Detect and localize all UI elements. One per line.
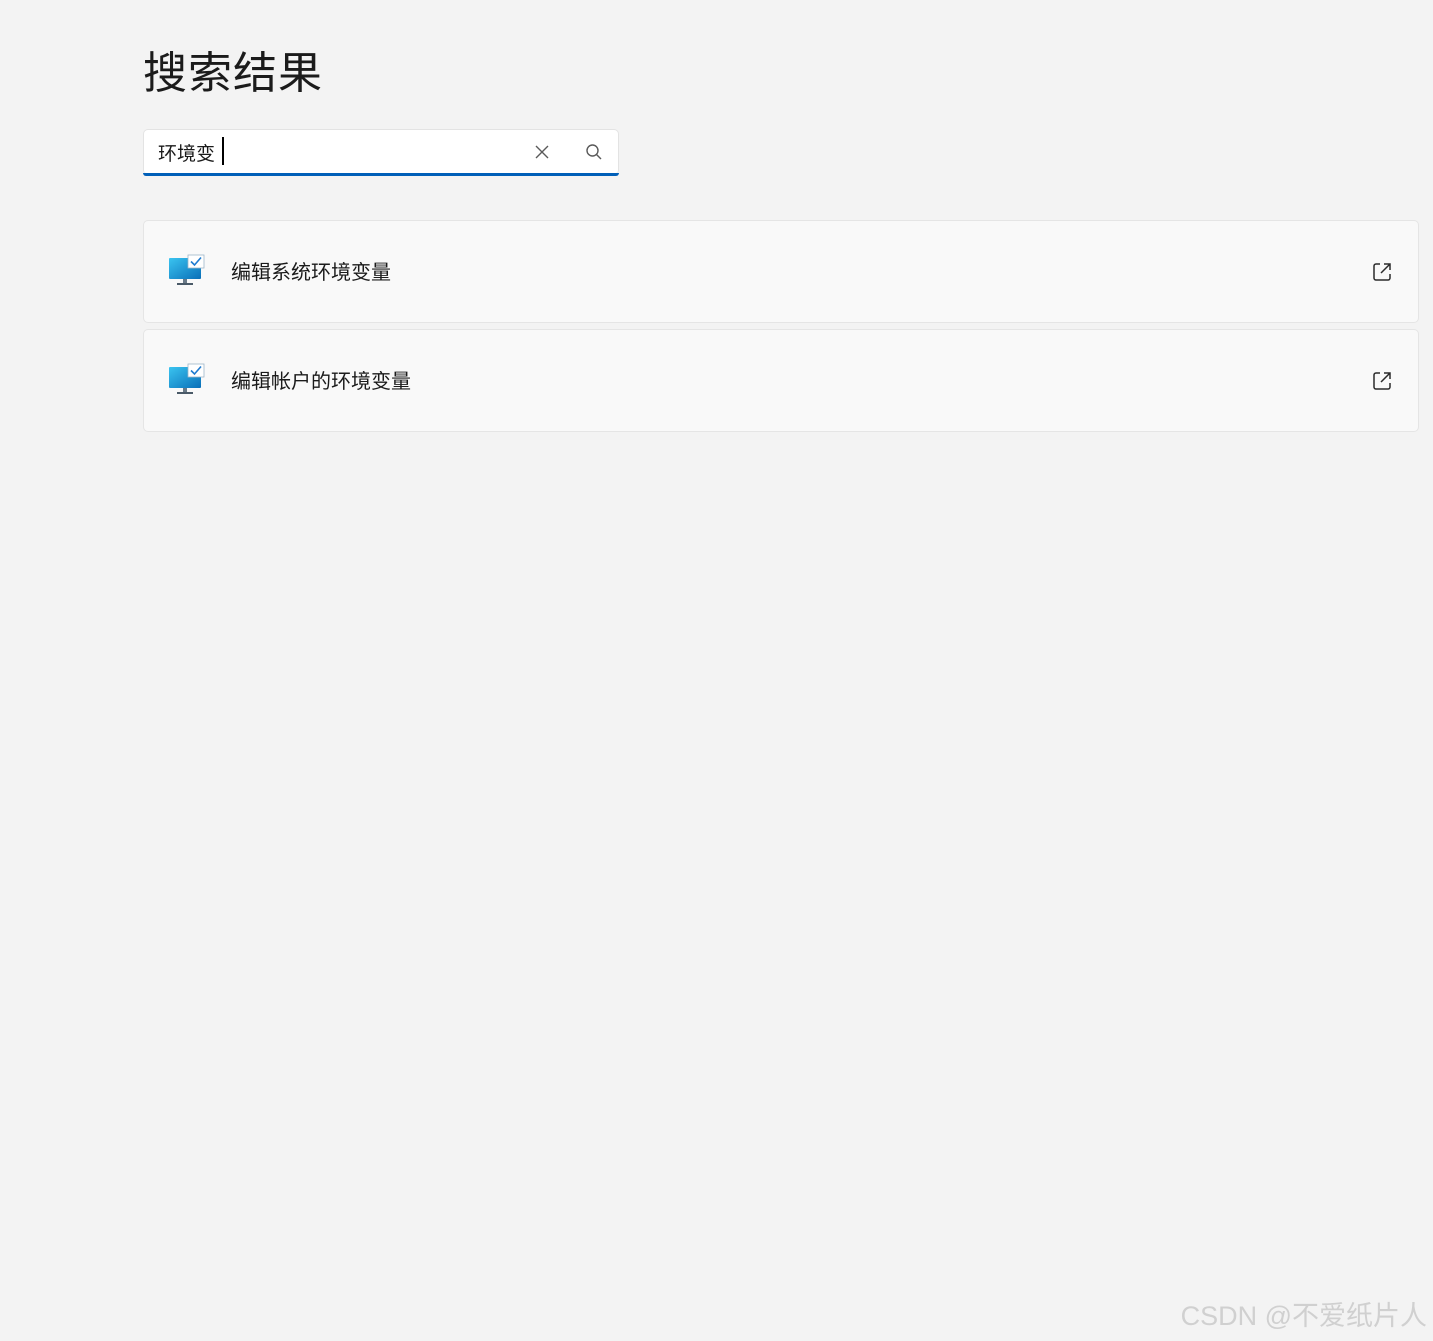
result-item-edit-system-env[interactable]: 编辑系统环境变量 <box>143 220 1419 323</box>
computer-settings-icon <box>169 363 205 394</box>
clear-search-button[interactable] <box>528 138 556 166</box>
open-external-icon[interactable] <box>1370 369 1394 393</box>
search-box[interactable] <box>143 129 619 176</box>
close-icon <box>535 145 549 159</box>
watermark: CSDN @不爱纸片人 <box>1180 1301 1427 1331</box>
search-results: 编辑系统环境变量 编辑帐户的环境变量 <box>143 220 1419 438</box>
page-title: 搜索结果 <box>143 48 323 99</box>
search-icon <box>586 144 602 160</box>
search-button[interactable] <box>580 138 608 166</box>
result-item-edit-account-env[interactable]: 编辑帐户的环境变量 <box>143 329 1419 432</box>
text-caret <box>222 137 224 165</box>
computer-settings-icon <box>169 254 205 285</box>
result-label: 编辑帐户的环境变量 <box>231 369 411 393</box>
search-input[interactable] <box>158 138 518 166</box>
result-label: 编辑系统环境变量 <box>231 260 391 284</box>
open-external-icon[interactable] <box>1370 260 1394 284</box>
